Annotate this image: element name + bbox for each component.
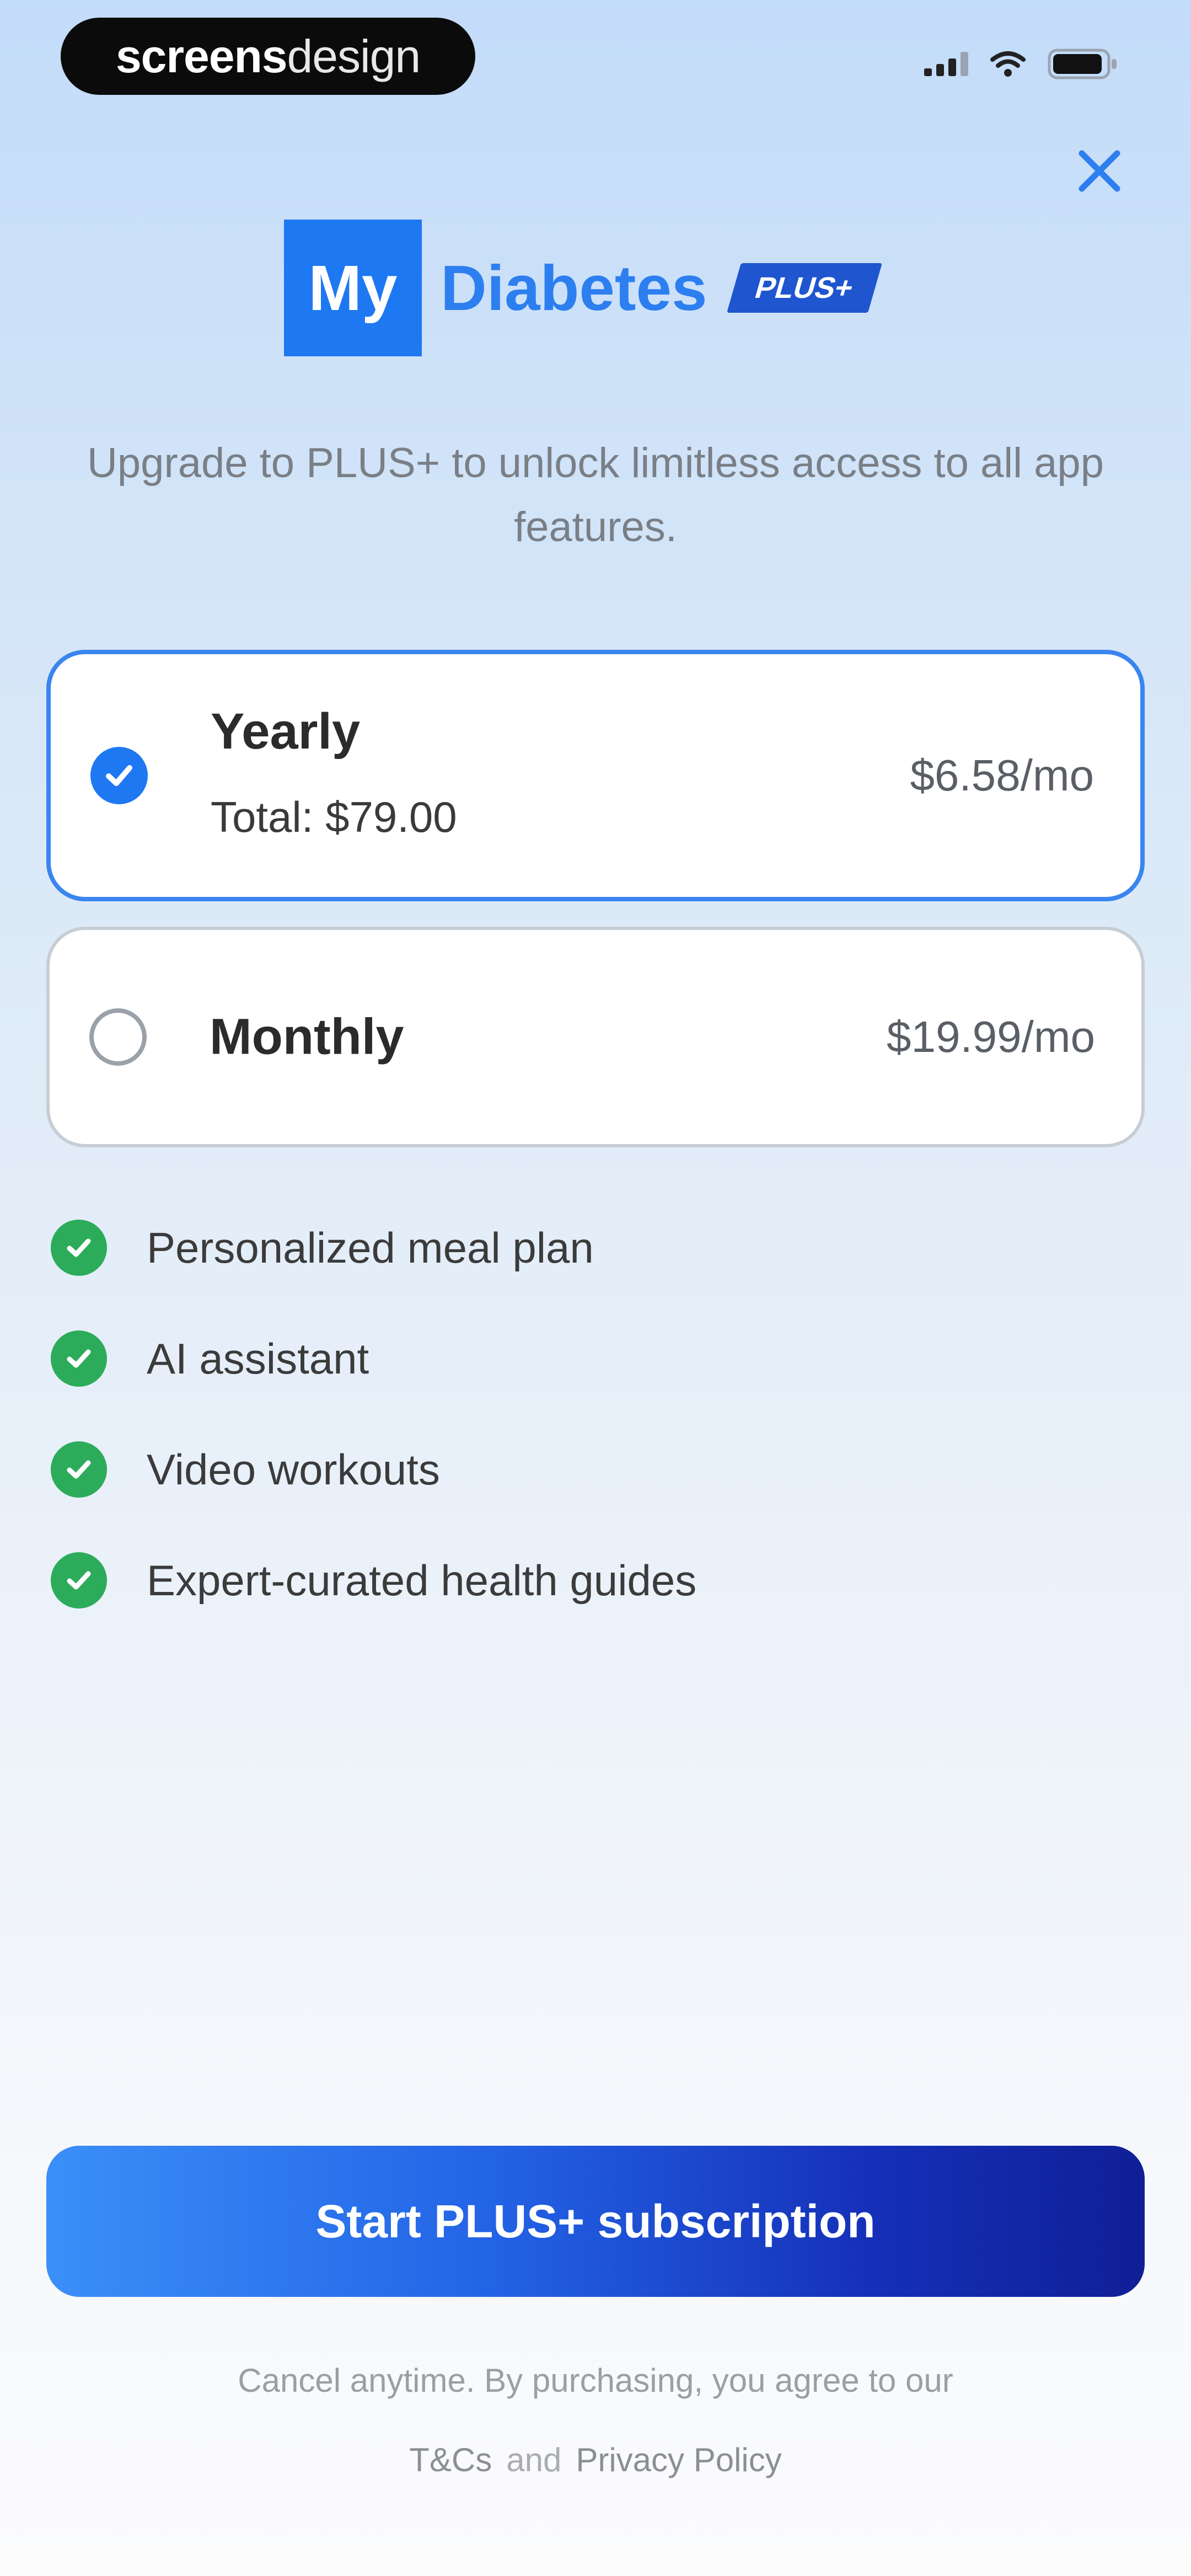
paywall-screen: screens design My Diabetes PLUS+ Upgrade… (0, 0, 1191, 2576)
feature-item: Personalized meal plan (51, 1220, 696, 1276)
logo-my-box: My (284, 220, 422, 356)
start-subscription-button[interactable]: Start PLUS+ subscription (46, 2146, 1145, 2297)
feature-label: Video workouts (147, 1445, 440, 1494)
plan-price: $19.99/mo (886, 1012, 1095, 1061)
terms-link[interactable]: T&Cs (409, 2441, 492, 2478)
brand-light-text: design (287, 30, 421, 82)
paywall-subtitle: Upgrade to PLUS+ to unlock limitless acc… (87, 440, 1104, 551)
legal-links: T&Cs and Privacy Policy (66, 2420, 1125, 2500)
feature-label: AI assistant (147, 1334, 369, 1383)
feature-item: AI assistant (51, 1330, 696, 1387)
radio-selected[interactable] (90, 747, 148, 804)
plus-badge: PLUS+ (726, 263, 882, 313)
plan-option-monthly[interactable]: Monthly $19.99/mo (46, 927, 1145, 1147)
wifi-icon (990, 51, 1026, 77)
legal-text: Cancel anytime. By purchasing, you agree… (66, 2341, 1125, 2500)
plan-option-yearly[interactable]: Yearly Total: $79.00 $6.58/mo (46, 650, 1145, 901)
feature-item: Video workouts (51, 1441, 696, 1498)
radio-unselected[interactable] (89, 1008, 147, 1066)
feature-label: Personalized meal plan (147, 1223, 594, 1272)
status-icons (924, 49, 1119, 79)
battery-icon (1048, 49, 1117, 79)
feature-label: Expert-curated health guides (147, 1556, 697, 1605)
app-logo: My Diabetes PLUS+ (284, 220, 882, 356)
and-text: and (506, 2441, 562, 2478)
plan-price: $6.58/mo (910, 751, 1094, 800)
feature-list: Personalized meal plan AI assistant Vide… (51, 1220, 696, 1664)
check-icon (106, 765, 132, 786)
feature-item: Expert-curated health guides (51, 1552, 697, 1608)
close-icon (1079, 150, 1120, 192)
brand-bold-text: screens (115, 30, 288, 82)
plan-name: Monthly (210, 1008, 404, 1065)
check-icon (51, 1441, 107, 1498)
brand-watermark: screens design (61, 18, 475, 95)
plan-name: Yearly (211, 703, 361, 760)
logo-wordmark: Diabetes (441, 252, 707, 324)
check-icon (51, 1220, 107, 1276)
legal-disclaimer: Cancel anytime. By purchasing, you agree… (238, 2362, 953, 2399)
check-icon (51, 1330, 107, 1387)
check-icon (51, 1552, 107, 1608)
privacy-policy-link[interactable]: Privacy Policy (576, 2441, 781, 2478)
close-button[interactable] (1073, 145, 1126, 197)
plan-total: Total: $79.00 (211, 793, 457, 841)
signal-icon (924, 52, 968, 76)
